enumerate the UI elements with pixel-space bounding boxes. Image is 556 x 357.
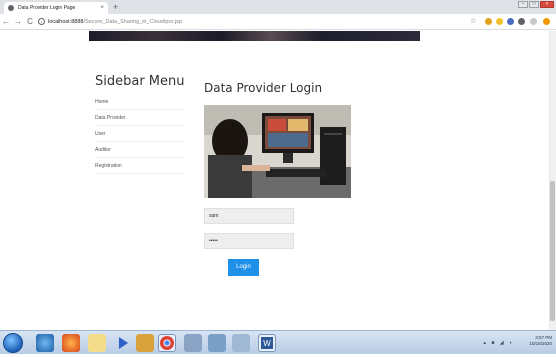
clock[interactable]: 3:57 PM 10/16/2020	[529, 335, 552, 347]
app-icon[interactable]	[136, 334, 154, 352]
ie-icon[interactable]	[36, 334, 54, 352]
media-player-icon[interactable]	[114, 334, 132, 352]
computer-user-photo	[204, 105, 351, 198]
password-field[interactable]: •••••	[204, 233, 294, 249]
clock-date: 10/16/2020	[529, 341, 552, 346]
sidebar-title: Sidebar Menu	[95, 74, 185, 89]
word-icon[interactable]: W	[258, 334, 276, 352]
sidebar-menu: Home Data Provider User Auditor Registra…	[95, 94, 183, 174]
window-controls: – □ ×	[518, 1, 554, 8]
browser-toolbar: ← → C i localhost:8888 /Secure_Data_Shar…	[0, 14, 556, 30]
url-host: localhost:8888	[48, 18, 84, 25]
folder-icon[interactable]	[88, 334, 106, 352]
chrome-icon[interactable]	[158, 334, 176, 352]
sidebar-item-user[interactable]: User	[95, 126, 183, 142]
start-button[interactable]	[3, 333, 23, 353]
extension-icon[interactable]	[507, 18, 514, 25]
forward-button[interactable]: →	[12, 17, 24, 26]
paint-icon[interactable]	[208, 334, 226, 352]
browser-tabstrip: Data Provider Login Page × + – □ ×	[0, 0, 556, 14]
address-bar[interactable]: i localhost:8888 /Secure_Data_Sharing_in…	[38, 16, 484, 28]
close-tab-icon[interactable]: ×	[100, 5, 104, 11]
close-window-button[interactable]: ×	[540, 1, 554, 8]
header-banner-image	[89, 31, 420, 41]
firefox-icon[interactable]	[62, 334, 80, 352]
reload-button[interactable]: C	[24, 17, 36, 26]
new-tab-button[interactable]: +	[113, 2, 118, 12]
extension-icon[interactable]	[485, 18, 492, 25]
username-field[interactable]: sam	[204, 208, 294, 224]
info-icon[interactable]: i	[38, 18, 45, 25]
taskbar: W ▴ ■ ◢ ◖ 3:57 PM 10/16/2020	[0, 330, 556, 354]
tab-title: Data Provider Login Page	[18, 5, 76, 11]
url-path: /Secure_Data_Sharing_in_Cloud/pro.jsp	[83, 18, 182, 25]
scrollbar[interactable]	[549, 31, 556, 330]
sidebar-item-registration[interactable]: Registration	[95, 158, 183, 174]
back-button[interactable]: ←	[0, 17, 12, 26]
scrollbar-thumb[interactable]	[550, 181, 555, 321]
login-button[interactable]: Login	[228, 259, 259, 276]
maximize-button[interactable]: □	[529, 1, 539, 8]
sidebar-item-auditor[interactable]: Auditor	[95, 142, 183, 158]
puzzle-icon[interactable]	[518, 18, 525, 25]
sidebar-item-home[interactable]: Home	[95, 94, 183, 110]
profile-icon[interactable]	[530, 18, 537, 25]
word-icon-letter: W	[263, 339, 271, 348]
virtualbox-icon[interactable]	[184, 334, 202, 352]
system-tray-icons[interactable]: ▴ ■ ◢ ◖	[483, 340, 514, 346]
extension-icon[interactable]	[496, 18, 503, 25]
page-title: Data Provider Login	[204, 81, 323, 95]
page-viewport: Sidebar Menu Home Data Provider User Aud…	[0, 31, 556, 330]
bookmark-star-icon[interactable]: ☆	[470, 17, 476, 25]
globe-icon	[8, 5, 14, 11]
chrome-update-icon[interactable]	[543, 18, 550, 25]
browser-tab[interactable]: Data Provider Login Page ×	[4, 2, 108, 14]
sidebar-item-data-provider[interactable]: Data Provider	[95, 110, 183, 126]
app-icon[interactable]	[232, 334, 250, 352]
minimize-button[interactable]: –	[518, 1, 528, 8]
